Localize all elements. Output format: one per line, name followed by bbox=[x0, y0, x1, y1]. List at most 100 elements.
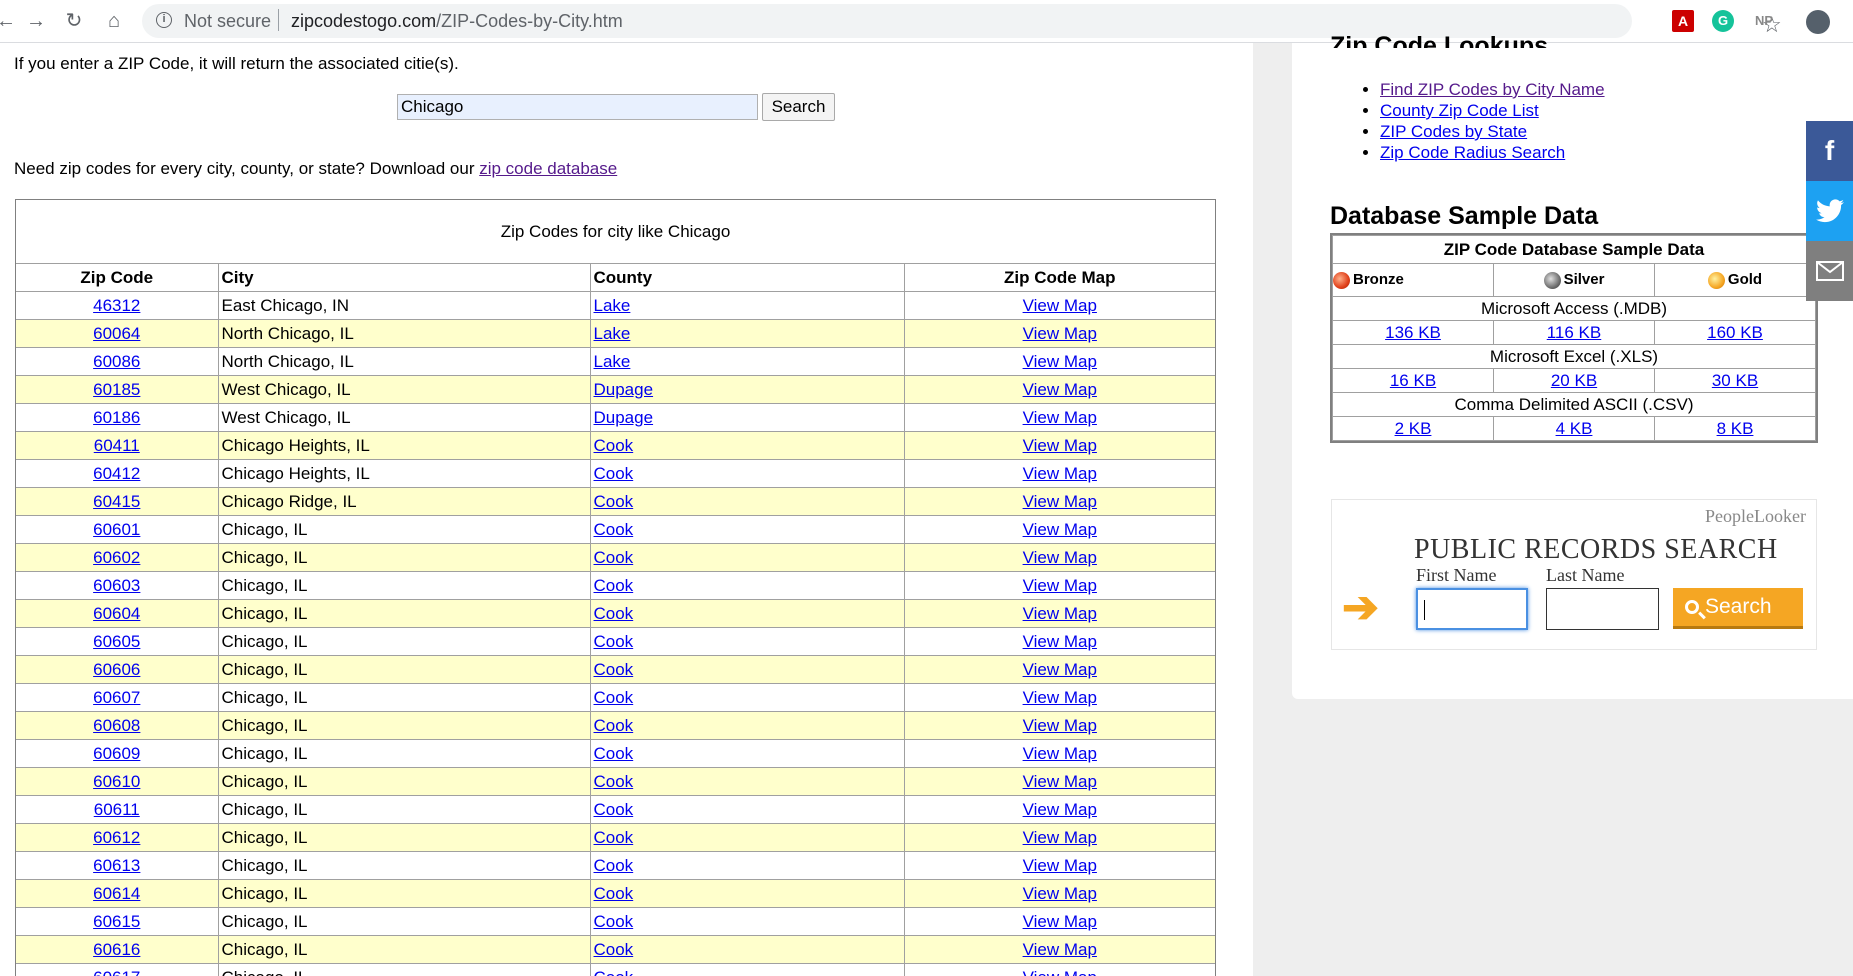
view-map-link[interactable]: View Map bbox=[1023, 380, 1097, 399]
view-map-link[interactable]: View Map bbox=[1023, 800, 1097, 819]
view-map-link[interactable]: View Map bbox=[1023, 688, 1097, 707]
view-map-link[interactable]: View Map bbox=[1023, 660, 1097, 679]
view-map-link[interactable]: View Map bbox=[1023, 464, 1097, 483]
zip-code-link[interactable]: 60613 bbox=[93, 856, 140, 875]
view-map-link[interactable]: View Map bbox=[1023, 912, 1097, 931]
zip-code-link[interactable]: 46312 bbox=[93, 296, 140, 315]
zip-code-link[interactable]: 60615 bbox=[93, 912, 140, 931]
county-link[interactable]: Cook bbox=[594, 940, 634, 959]
zip-code-link[interactable]: 60603 bbox=[93, 576, 140, 595]
csv-gold-link[interactable]: 8 KB bbox=[1717, 419, 1754, 438]
view-map-link[interactable]: View Map bbox=[1023, 716, 1097, 735]
zip-code-link[interactable]: 60601 bbox=[93, 520, 140, 539]
county-link[interactable]: Cook bbox=[594, 912, 634, 931]
county-link[interactable]: Cook bbox=[594, 604, 634, 623]
facebook-share-icon[interactable]: f bbox=[1806, 121, 1853, 181]
zip-code-link[interactable]: 60611 bbox=[94, 800, 140, 819]
county-link[interactable]: Cook bbox=[594, 436, 634, 455]
county-link[interactable]: Cook bbox=[594, 716, 634, 735]
county-link[interactable]: Cook bbox=[594, 660, 634, 679]
zip-code-link[interactable]: 60185 bbox=[93, 380, 140, 399]
zip-code-link[interactable]: 60602 bbox=[93, 548, 140, 567]
county-link[interactable]: Cook bbox=[594, 632, 634, 651]
view-map-link[interactable]: View Map bbox=[1023, 772, 1097, 791]
view-map-link[interactable]: View Map bbox=[1023, 324, 1097, 343]
county-link[interactable]: Lake bbox=[594, 296, 631, 315]
search-button[interactable]: Search bbox=[762, 93, 835, 121]
county-link[interactable]: Cook bbox=[594, 576, 634, 595]
zip-code-link[interactable]: 60607 bbox=[93, 688, 140, 707]
view-map-link[interactable]: View Map bbox=[1023, 968, 1097, 976]
zip-code-link[interactable]: 60411 bbox=[94, 436, 140, 455]
view-map-link[interactable]: View Map bbox=[1023, 548, 1097, 567]
mdb-bronze-link[interactable]: 136 KB bbox=[1385, 323, 1441, 342]
county-link[interactable]: Cook bbox=[594, 800, 634, 819]
grammarly-extension-icon[interactable]: G bbox=[1712, 10, 1734, 32]
find-zip-by-city-link[interactable]: Find ZIP Codes by City Name bbox=[1380, 80, 1605, 99]
zip-by-state-link[interactable]: ZIP Codes by State bbox=[1380, 122, 1527, 141]
view-map-link[interactable]: View Map bbox=[1023, 884, 1097, 903]
view-map-link[interactable]: View Map bbox=[1023, 828, 1097, 847]
zip-code-link[interactable]: 60612 bbox=[93, 828, 140, 847]
last-name-input[interactable] bbox=[1546, 588, 1659, 630]
xls-silver-link[interactable]: 20 KB bbox=[1551, 371, 1597, 390]
view-map-link[interactable]: View Map bbox=[1023, 744, 1097, 763]
county-link[interactable]: Cook bbox=[594, 828, 634, 847]
county-zip-list-link[interactable]: County Zip Code List bbox=[1380, 101, 1539, 120]
csv-bronze-link[interactable]: 2 KB bbox=[1395, 419, 1432, 438]
profile-initials-icon[interactable]: NP bbox=[1749, 10, 1779, 32]
county-link[interactable]: Cook bbox=[594, 464, 634, 483]
public-records-search-button[interactable]: Search bbox=[1673, 588, 1803, 629]
view-map-link[interactable]: View Map bbox=[1023, 296, 1097, 315]
county-link[interactable]: Lake bbox=[594, 324, 631, 343]
county-link[interactable]: Cook bbox=[594, 856, 634, 875]
mdb-gold-link[interactable]: 160 KB bbox=[1707, 323, 1763, 342]
zip-radius-search-link[interactable]: Zip Code Radius Search bbox=[1380, 143, 1565, 162]
county-link[interactable]: Cook bbox=[594, 744, 634, 763]
security-label[interactable]: Not secure bbox=[184, 11, 271, 32]
county-link[interactable]: Cook bbox=[594, 492, 634, 511]
twitter-share-icon[interactable] bbox=[1806, 181, 1853, 241]
view-map-link[interactable]: View Map bbox=[1023, 576, 1097, 595]
zip-code-link[interactable]: 60606 bbox=[93, 660, 140, 679]
county-link[interactable]: Cook bbox=[594, 772, 634, 791]
county-link[interactable]: Cook bbox=[594, 548, 634, 567]
zip-code-link[interactable]: 60186 bbox=[93, 408, 140, 427]
xls-gold-link[interactable]: 30 KB bbox=[1712, 371, 1758, 390]
avatar[interactable] bbox=[1806, 10, 1830, 34]
zip-code-link[interactable]: 60605 bbox=[93, 632, 140, 651]
view-map-link[interactable]: View Map bbox=[1023, 436, 1097, 455]
info-icon[interactable]: i bbox=[156, 12, 172, 28]
view-map-link[interactable]: View Map bbox=[1023, 856, 1097, 875]
zip-code-link[interactable]: 60412 bbox=[93, 464, 140, 483]
view-map-link[interactable]: View Map bbox=[1023, 940, 1097, 959]
view-map-link[interactable]: View Map bbox=[1023, 520, 1097, 539]
zip-code-link[interactable]: 60086 bbox=[93, 352, 140, 371]
county-link[interactable]: Cook bbox=[594, 688, 634, 707]
county-link[interactable]: Lake bbox=[594, 352, 631, 371]
view-map-link[interactable]: View Map bbox=[1023, 632, 1097, 651]
home-icon[interactable]: ⌂ bbox=[102, 9, 126, 33]
url-text[interactable]: zipcodestogo.com/ZIP-Codes-by-City.htm bbox=[291, 11, 623, 32]
county-link[interactable]: Cook bbox=[594, 968, 634, 976]
zip-code-link[interactable]: 60604 bbox=[93, 604, 140, 623]
zip-code-link[interactable]: 60609 bbox=[93, 744, 140, 763]
view-map-link[interactable]: View Map bbox=[1023, 492, 1097, 511]
zip-code-link[interactable]: 60415 bbox=[93, 492, 140, 511]
email-share-icon[interactable] bbox=[1806, 241, 1853, 301]
pdf-extension-icon[interactable]: A bbox=[1672, 10, 1694, 32]
city-search-input[interactable] bbox=[397, 94, 758, 120]
zip-code-link[interactable]: 60064 bbox=[93, 324, 140, 343]
zip-code-link[interactable]: 60617 bbox=[93, 968, 140, 976]
county-link[interactable]: Dupage bbox=[594, 408, 654, 427]
back-icon[interactable]: ← bbox=[0, 9, 18, 33]
zip-code-link[interactable]: 60610 bbox=[93, 772, 140, 791]
forward-icon[interactable]: → bbox=[24, 9, 48, 33]
csv-silver-link[interactable]: 4 KB bbox=[1556, 419, 1593, 438]
reload-icon[interactable]: ↻ bbox=[62, 9, 86, 33]
mdb-silver-link[interactable]: 116 KB bbox=[1547, 323, 1602, 342]
view-map-link[interactable]: View Map bbox=[1023, 352, 1097, 371]
zip-code-link[interactable]: 60616 bbox=[93, 940, 140, 959]
zip-code-link[interactable]: 60608 bbox=[93, 716, 140, 735]
view-map-link[interactable]: View Map bbox=[1023, 604, 1097, 623]
